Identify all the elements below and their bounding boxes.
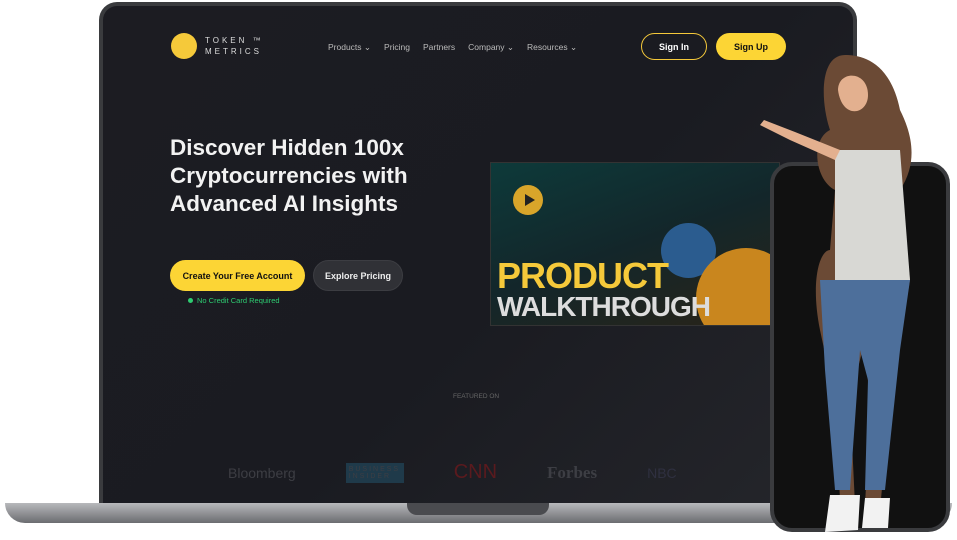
no-credit-card-note: No Credit Card Required [188, 296, 280, 305]
create-account-button[interactable]: Create Your Free Account [170, 260, 305, 291]
featured-on-label: FEATURED ON [453, 393, 500, 400]
nav-partners[interactable]: Partners [423, 42, 455, 53]
video-title-2: WALKTHROUGH [497, 291, 711, 322]
main-nav: Products ⌄ Pricing Partners Company ⌄ Re… [328, 42, 577, 53]
product-walkthrough-video[interactable]: PRODUCT WALKTHROUGH [490, 162, 780, 326]
nav-resources[interactable]: Resources ⌄ [527, 42, 577, 53]
woman-pointing-image [760, 55, 912, 532]
sign-in-button[interactable]: Sign In [641, 33, 707, 60]
hero-title: Discover Hidden 100x Cryptocurrencies wi… [170, 135, 408, 216]
logo-text-1: TOKEN ™ [205, 36, 264, 45]
nav-pricing[interactable]: Pricing [384, 42, 410, 53]
nav-company[interactable]: Company ⌄ [468, 42, 514, 53]
status-dot-icon [188, 298, 193, 303]
play-icon[interactable] [513, 185, 543, 215]
featured-brands: Bloomberg BUSINESS INSIDER CNN Forbes NB… [228, 461, 677, 484]
logo-text-2: METRICS [205, 47, 262, 56]
laptop-notch [407, 503, 549, 515]
brand-business-insider: BUSINESS INSIDER [345, 462, 404, 483]
brand-nbc: NBC [647, 464, 677, 481]
laptop-screen: TOKEN ™ METRICS Products ⌄ Pricing Partne… [103, 6, 853, 503]
brand-cnn: CNN [453, 461, 498, 483]
rocket-logo-icon [171, 33, 197, 59]
brand-forbes: Forbes [547, 462, 598, 482]
note-text: No Credit Card Required [197, 296, 280, 305]
nav-products[interactable]: Products ⌄ [328, 42, 371, 53]
logo[interactable]: TOKEN ™ METRICS [171, 33, 264, 59]
explore-pricing-button[interactable]: Explore Pricing [313, 260, 403, 291]
brand-bloomberg: Bloomberg [228, 464, 296, 481]
